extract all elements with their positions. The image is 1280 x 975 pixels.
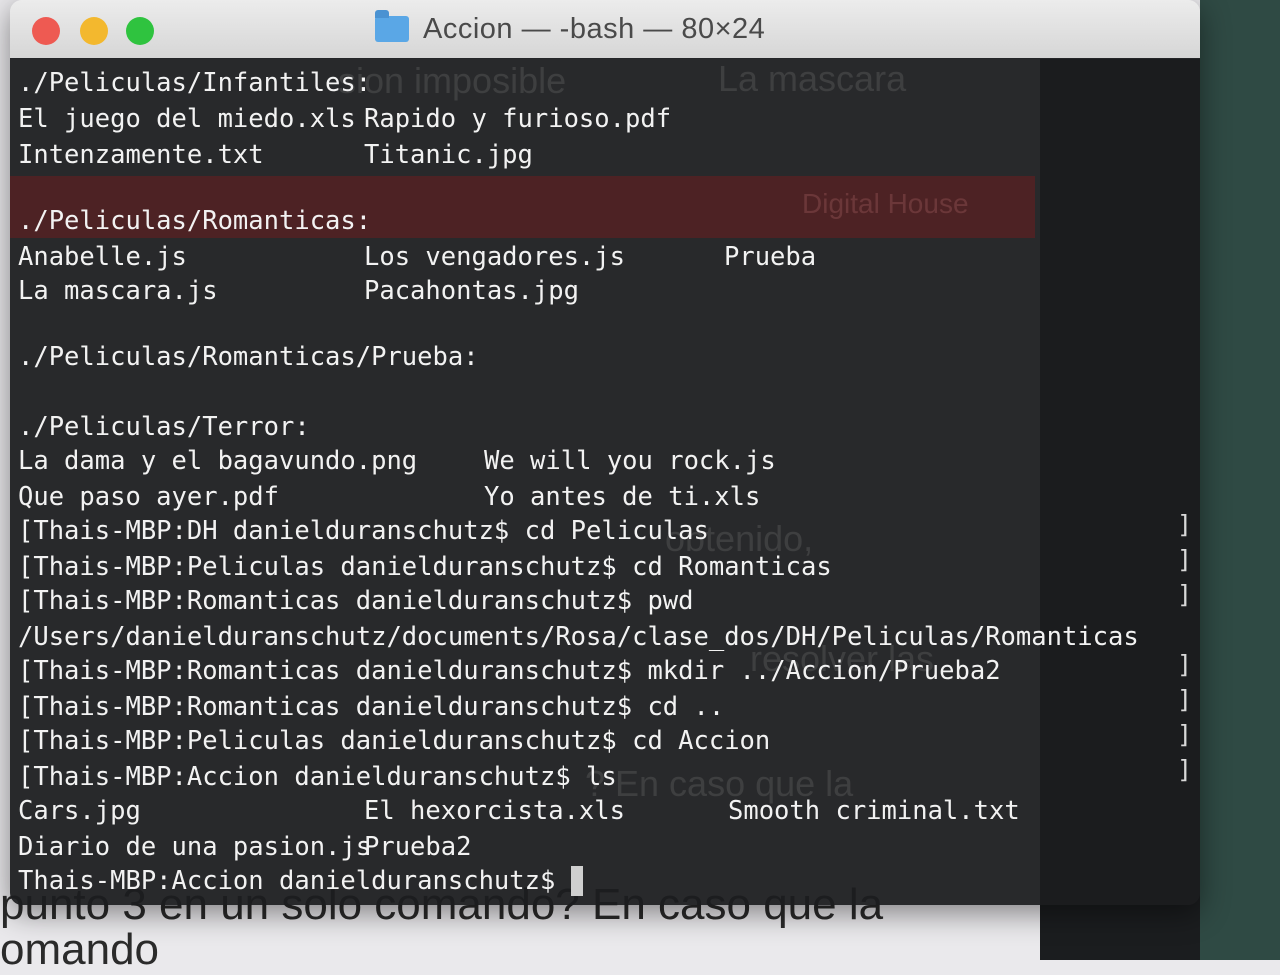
minimize-button[interactable] <box>80 17 108 45</box>
terminal-line: ./Peliculas/Romanticas: <box>18 206 371 236</box>
title-bar[interactable]: Accion — -bash — 80×24 <box>10 0 1200 59</box>
terminal-line: /Users/danielduranschutz/documents/Rosa/… <box>18 622 1139 652</box>
terminal-text: ./Peliculas/Infantiles: <box>18 68 372 98</box>
bracket-mark: ] <box>1176 545 1192 574</box>
bracket-mark: ] <box>1176 580 1192 609</box>
terminal-text: [Thais-MBP:Romanticas danielduranschutz$… <box>18 586 694 616</box>
file-entry: Yo antes de ti.xls <box>484 482 761 512</box>
terminal-text: ./Peliculas/Romanticas: <box>18 206 372 236</box>
file-entry: Prueba2 <box>364 832 472 862</box>
file-entry: Titanic.jpg <box>364 140 533 170</box>
terminal-line: ./Peliculas/Terror: <box>18 412 310 442</box>
terminal-text: ./Peliculas/Terror: <box>18 412 310 442</box>
terminal-window[interactable]: Accion — -bash — 80×24 sion imposible La… <box>10 0 1200 905</box>
bracket-mark: ] <box>1176 755 1192 784</box>
terminal-line: [Thais-MBP:DH danielduranschutz$ cd Peli… <box>18 516 709 546</box>
terminal-line: [Thais-MBP:Peliculas danielduranschutz$ … <box>18 552 832 582</box>
terminal-line: [Thais-MBP:Peliculas danielduranschutz$ … <box>18 726 770 756</box>
bracket-mark: ] <box>1176 720 1192 749</box>
background-ghost-text: sion imposible <box>338 60 567 101</box>
file-entry: Que paso ayer.pdf <box>18 482 279 512</box>
background-ghost-text: La mascara <box>718 58 907 99</box>
terminal-text: [Thais-MBP:Peliculas danielduranschutz$ … <box>18 726 771 756</box>
close-button[interactable] <box>32 17 60 45</box>
terminal-text: [Thais-MBP:Accion danielduranschutz$ ls <box>18 762 617 792</box>
background-panel <box>1200 0 1280 960</box>
file-entry: Rapido y furioso.pdf <box>364 104 672 134</box>
terminal-text: [Thais-MBP:DH danielduranschutz$ cd Peli… <box>18 516 709 546</box>
file-entry: Los vengadores.js <box>364 242 625 272</box>
terminal-text: [Thais-MBP:Peliculas danielduranschutz$ … <box>18 552 832 582</box>
zoom-button[interactable] <box>126 17 154 45</box>
terminal-line: [Thais-MBP:Accion danielduranschutz$ ls <box>18 762 617 792</box>
terminal-line: [Thais-MBP:Romanticas danielduranschutz$… <box>18 692 724 722</box>
terminal-text: [Thais-MBP:Romanticas danielduranschutz$… <box>18 692 725 722</box>
file-entry: Diario de una pasion.js <box>18 832 372 862</box>
command-prompt: Thais-MBP:Accion danielduranschutz$ <box>18 866 571 896</box>
file-entry: Pacahontas.jpg <box>364 276 579 306</box>
terminal-line: Thais-MBP:Accion danielduranschutz$ <box>18 866 583 896</box>
file-entry: La mascara.js <box>18 276 218 306</box>
file-entry: Prueba <box>724 242 817 272</box>
background-ghost-logo: Digital House <box>802 188 969 219</box>
bracket-mark: ] <box>1176 650 1192 679</box>
file-entry: Smooth criminal.txt <box>728 796 1020 826</box>
bracket-mark: ] <box>1176 510 1192 539</box>
folder-icon <box>375 10 409 42</box>
window-title: Accion — -bash — 80×24 <box>375 0 765 58</box>
background-text-line: omando <box>0 925 160 974</box>
file-entry: We will you rock.js <box>484 446 776 476</box>
terminal-text: ./Peliculas/Romanticas/Prueba: <box>18 342 479 372</box>
terminal-line: ./Peliculas/Infantiles: <box>18 68 371 98</box>
terminal-line: [Thais-MBP:Romanticas danielduranschutz$… <box>18 656 1001 686</box>
file-entry: Cars.jpg <box>18 796 141 826</box>
text-cursor[interactable] <box>570 866 583 896</box>
terminal-line: ./Peliculas/Romanticas/Prueba: <box>18 342 479 372</box>
file-entry: Anabelle.js <box>18 242 187 272</box>
bracket-mark: ] <box>1176 685 1192 714</box>
terminal-line: [Thais-MBP:Romanticas danielduranschutz$… <box>18 586 694 616</box>
terminal-text: /Users/danielduranschutz/documents/Rosa/… <box>18 622 1139 652</box>
file-entry: La dama y el bagavundo.png <box>18 446 418 476</box>
window-title-text: Accion — -bash — 80×24 <box>423 12 766 45</box>
file-entry: El hexorcista.xls <box>364 796 625 826</box>
file-entry: Intenzamente.txt <box>18 140 264 170</box>
terminal-text: [Thais-MBP:Romanticas danielduranschutz$… <box>18 656 1001 686</box>
file-entry: El juego del miedo.xls <box>18 104 356 134</box>
terminal-content[interactable]: sion imposible La mascara Digital House … <box>10 58 1200 905</box>
